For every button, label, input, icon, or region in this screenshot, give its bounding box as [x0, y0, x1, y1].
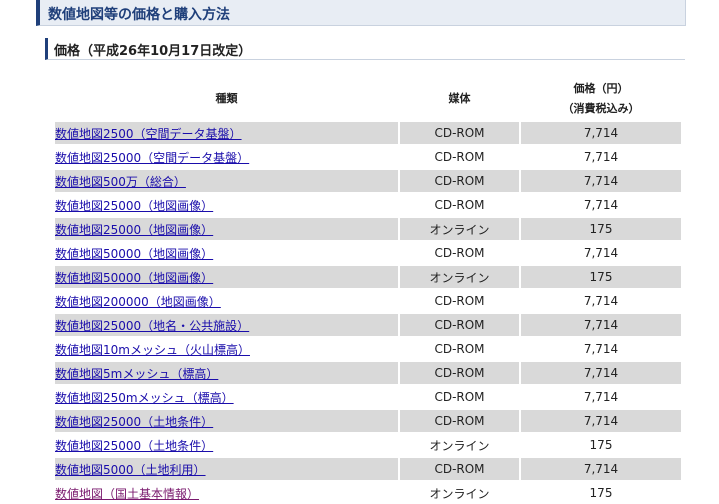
media-cell: オンライン	[398, 218, 521, 240]
page: 数値地図等の価格と購入方法 価格（平成26年10月17日改定） 種類 媒体 価格…	[0, 0, 719, 504]
price-cell: 175	[521, 218, 681, 240]
media-cell: CD-ROM	[398, 458, 521, 480]
page-header: 数値地図等の価格と購入方法	[36, 0, 685, 26]
price-cell: 7,714	[583, 342, 619, 356]
product-link[interactable]: 数値地図25000（土地条件）	[55, 439, 213, 453]
table-row: 数値地図50000（地図画像） CD-ROM 7,714	[55, 242, 681, 264]
section-heading: 価格（平成26年10月17日改定）	[45, 38, 685, 60]
product-link[interactable]: 数値地図10mメッシュ（火山標高）	[55, 343, 250, 357]
product-link[interactable]: 数値地図500万（総合）	[55, 175, 186, 189]
price-cell: 7,714	[583, 390, 619, 404]
product-name-cell: 数値地図200000（地図画像）	[55, 290, 398, 312]
product-name-cell: 数値地図500万（総合）	[55, 170, 398, 192]
product-link[interactable]: 数値地図25000（土地条件）	[55, 415, 213, 429]
media-cell: CD-ROM	[398, 290, 521, 312]
table-header-row: 種類 媒体 価格（円） （消費税込み）	[55, 78, 681, 120]
price-cell: 7,714	[521, 410, 681, 432]
table-row: 数値地図250mメッシュ（標高） CD-ROM 7,714	[55, 386, 681, 408]
product-name-cell: 数値地図25000（地名・公共施設）	[55, 314, 398, 336]
table-row: 数値地図25000（地図画像） オンライン 175	[55, 218, 681, 240]
price-cell: 7,714	[521, 314, 681, 336]
product-name-cell: 数値地図（国土基本情報）	[55, 482, 398, 504]
table-row: 数値地図25000（地図画像） CD-ROM 7,714	[55, 194, 681, 216]
column-header-media: 媒体	[448, 92, 471, 105]
price-cell: 7,714	[521, 122, 681, 144]
column-header-price-line1: 価格（円）	[573, 82, 629, 95]
table-row: 数値地図50000（地図画像） オンライン 175	[55, 266, 681, 288]
table-row: 数値地図25000（空間データ基盤） CD-ROM 7,714	[55, 146, 681, 168]
media-cell: オンライン	[398, 266, 521, 288]
product-link[interactable]: 数値地図25000（地名・公共施設）	[55, 319, 249, 333]
price-cell: 7,714	[583, 294, 619, 308]
price-cell: 175	[589, 486, 613, 500]
product-link[interactable]: 数値地図2500（空間データ基盤）	[55, 127, 242, 141]
product-link[interactable]: 数値地図5000（土地利用）	[55, 463, 206, 477]
price-cell: 7,714	[521, 458, 681, 480]
product-link[interactable]: 数値地図200000（地図画像）	[55, 295, 221, 309]
media-cell: オンライン	[398, 482, 521, 504]
media-cell: CD-ROM	[398, 410, 521, 432]
product-name-cell: 数値地図50000（地図画像）	[55, 242, 398, 264]
price-cell: 7,714	[583, 150, 619, 164]
product-link[interactable]: 数値地図25000（空間データ基盤）	[55, 151, 249, 165]
table-row: 数値地図（国土基本情報） オンライン 175	[55, 482, 681, 504]
product-link[interactable]: 数値地図（国土基本情報）	[55, 487, 199, 501]
product-name-cell: 数値地図2500（空間データ基盤）	[55, 122, 398, 144]
price-cell: 7,714	[521, 362, 681, 384]
price-cell: 7,714	[583, 198, 619, 212]
table-row: 数値地図25000（土地条件） オンライン 175	[55, 434, 681, 456]
table-row: 数値地図5000（土地利用） CD-ROM 7,714	[55, 458, 681, 480]
media-cell: CD-ROM	[398, 122, 521, 144]
product-name-cell: 数値地図25000（空間データ基盤）	[55, 146, 398, 168]
product-link[interactable]: 数値地図50000（地図画像）	[55, 271, 213, 285]
product-name-cell: 数値地図50000（地図画像）	[55, 266, 398, 288]
page-title: 数値地図等の価格と購入方法	[48, 7, 230, 23]
section-heading-text: 価格（平成26年10月17日改定）	[54, 44, 252, 59]
price-table: 種類 媒体 価格（円） （消費税込み） 数値地図2500（空間データ基盤） CD…	[55, 76, 681, 504]
price-cell: 175	[521, 266, 681, 288]
column-header-price-line2: （消費税込み）	[562, 102, 640, 115]
product-name-cell: 数値地図10mメッシュ（火山標高）	[55, 338, 398, 360]
product-name-cell: 数値地図5000（土地利用）	[55, 458, 398, 480]
product-name-cell: 数値地図25000（地図画像）	[55, 218, 398, 240]
table-row: 数値地図10mメッシュ（火山標高） CD-ROM 7,714	[55, 338, 681, 360]
product-link[interactable]: 数値地図25000（地図画像）	[55, 199, 213, 213]
media-cell: CD-ROM	[398, 338, 521, 360]
product-name-cell: 数値地図5mメッシュ（標高）	[55, 362, 398, 384]
price-cell: 7,714	[521, 170, 681, 192]
media-cell: CD-ROM	[398, 362, 521, 384]
price-cell: 7,714	[583, 246, 619, 260]
product-link[interactable]: 数値地図25000（地図画像）	[55, 223, 213, 237]
table-row: 数値地図5mメッシュ（標高） CD-ROM 7,714	[55, 362, 681, 384]
table-row: 数値地図2500（空間データ基盤） CD-ROM 7,714	[55, 122, 681, 144]
column-header-price: 価格（円） （消費税込み）	[521, 78, 681, 120]
table-row: 数値地図25000（土地条件） CD-ROM 7,714	[55, 410, 681, 432]
media-cell: CD-ROM	[398, 386, 521, 408]
column-header-name: 種類	[215, 92, 238, 105]
product-name-cell: 数値地図25000（土地条件）	[55, 410, 398, 432]
product-link[interactable]: 数値地図50000（地図画像）	[55, 247, 213, 261]
product-link[interactable]: 数値地図5mメッシュ（標高）	[55, 367, 218, 381]
price-cell: 175	[589, 438, 613, 452]
media-cell: オンライン	[398, 434, 521, 456]
product-link[interactable]: 数値地図250mメッシュ（標高）	[55, 391, 234, 405]
header-divider	[685, 0, 686, 26]
table-row: 数値地図500万（総合） CD-ROM 7,714	[55, 170, 681, 192]
table-row: 数値地図200000（地図画像） CD-ROM 7,714	[55, 290, 681, 312]
media-cell: CD-ROM	[398, 194, 521, 216]
media-cell: CD-ROM	[398, 242, 521, 264]
media-cell: CD-ROM	[398, 170, 521, 192]
product-name-cell: 数値地図25000（土地条件）	[55, 434, 398, 456]
product-name-cell: 数値地図25000（地図画像）	[55, 194, 398, 216]
product-name-cell: 数値地図250mメッシュ（標高）	[55, 386, 398, 408]
media-cell: CD-ROM	[398, 314, 521, 336]
table-row: 数値地図25000（地名・公共施設） CD-ROM 7,714	[55, 314, 681, 336]
media-cell: CD-ROM	[398, 146, 521, 168]
